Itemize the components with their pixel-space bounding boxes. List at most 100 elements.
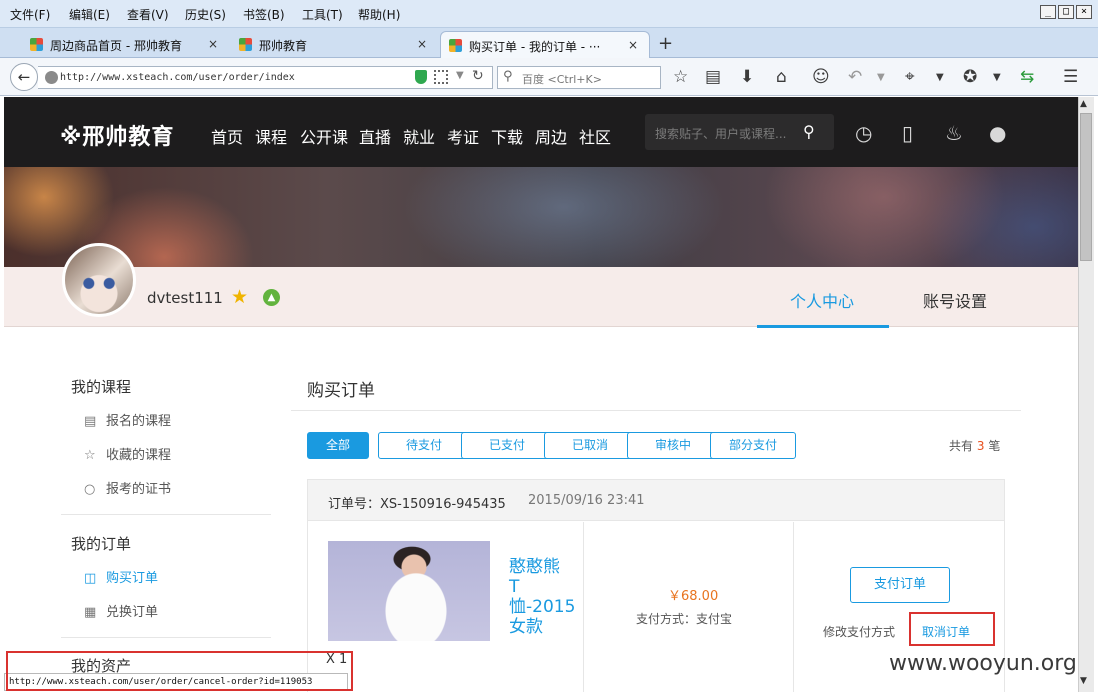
tab-personal-center[interactable]: 个人中心 [790,288,854,312]
product-image[interactable] [328,541,490,641]
nav-jobs[interactable]: 就业 [403,124,435,148]
crop-dropdown-icon[interactable]: ▼ [936,72,944,83]
gift-icon: ▦ [84,605,97,620]
site-favicon-icon [449,39,462,52]
menu-view[interactable]: 查看(V) [127,6,169,23]
history-icon[interactable]: ◷ [855,121,872,145]
filter-paid-button[interactable]: 已支付 [461,432,553,459]
column-divider [583,522,584,692]
tab-account-settings[interactable]: 账号设置 [923,288,987,312]
tab-orders[interactable]: 购买订单 - 我的订单 - ··· × [440,31,650,58]
tab-xsteach[interactable]: 邢帅教育 × [231,31,436,58]
qrcode-icon[interactable] [434,70,448,84]
menu-help[interactable]: 帮助(H) [358,6,400,23]
tab-title: 购买订单 - 我的订单 - ··· [469,40,601,54]
filter-reviewing-button[interactable]: 审核中 [627,432,719,459]
sidebar-heading-orders: 我的订单 [71,535,132,553]
site-favicon-icon [239,38,252,51]
menu-tools[interactable]: 工具(T) [302,6,343,23]
nav-merch[interactable]: 周边 [535,124,567,148]
tab-bar: 周边商品首页 - 邢帅教育 × 邢帅教育 × 购买订单 - 我的订单 - ···… [0,28,1098,58]
sidebar-item-purchase-orders[interactable]: ◫ 购买订单 [84,567,158,586]
watermark: www.wooyun.org [889,651,1077,676]
emoji-icon[interactable]: ☺ [812,67,830,87]
cancel-highlight-box [909,612,995,646]
search-icon[interactable]: ⚲ [803,122,815,141]
extension-dropdown-icon[interactable]: ▼ [993,72,1001,83]
scroll-down-arrow-icon[interactable]: ▼ [1080,676,1087,686]
bookmark-star-icon[interactable]: ☆ [673,67,688,87]
sidebar-item-favorite-courses[interactable]: ☆ 收藏的课程 [84,444,171,463]
payment-method: 支付方式：支付宝 [636,612,733,626]
nav-live[interactable]: 直播 [359,124,391,148]
filter-partial-button[interactable]: 部分支付 [710,432,796,459]
user-icon[interactable]: ● [989,121,1006,145]
home-icon[interactable]: ⌂ [776,67,787,87]
new-tab-button[interactable]: + [658,33,673,54]
sidebar-item-certificates[interactable]: ○ 报考的证书 [84,478,171,497]
reload-icon[interactable]: ↻ [472,68,484,84]
medal-icon: ○ [84,482,96,497]
shield-icon[interactable] [415,70,427,84]
star-badge-icon: ★ [231,286,249,308]
download-icon[interactable]: ⬇ [740,67,754,87]
tab-title: 周边商品首页 - 邢帅教育 [50,39,182,53]
pay-order-button[interactable]: 支付订单 [850,567,950,603]
extension-icon[interactable]: ✪ [963,67,977,87]
site-favicon-icon [30,38,43,51]
menu-edit[interactable]: 编辑(E) [69,6,110,23]
trophy-badge-icon: ▲ [263,289,280,306]
menu-bookmarks[interactable]: 书签(B) [243,6,285,23]
sync-arrows-icon[interactable]: ⇆ [1020,67,1034,87]
browser-search-input[interactable]: 百度 <Ctrl+K> [497,66,661,89]
reading-list-icon[interactable]: ▤ [705,67,721,87]
url-dropdown-icon[interactable]: ▼ [456,70,464,81]
nav-community[interactable]: 社区 [579,124,611,148]
scrollbar-thumb[interactable] [1080,113,1092,261]
username: dvtest111 [147,289,223,307]
site-logo[interactable]: ※邢帅教育 [60,119,174,151]
close-tab-icon[interactable]: × [417,37,427,51]
filter-all-button[interactable]: 全部 [307,432,369,459]
site-header: ※邢帅教育 首页 课程 公开课 直播 就业 考证 下载 周边 社区 搜索贴子、用… [4,97,1078,167]
hamburger-menu-icon[interactable]: ☰ [1063,67,1078,87]
window-controls: _ □ × [1040,5,1092,21]
close-tab-icon[interactable]: × [208,37,218,51]
scroll-up-arrow-icon[interactable]: ▲ [1080,99,1087,109]
back-button[interactable]: ← [10,63,38,91]
order-number: 订单号：XS-150916-945435 [328,497,506,512]
sidebar-item-exchange-orders[interactable]: ▦ 兑换订单 [84,601,158,620]
menu-file[interactable]: 文件(F) [10,6,50,23]
cart-icon: ◫ [84,571,97,586]
crop-icon[interactable]: ⌖ [905,67,915,87]
order-time: 2015/09/16 23:41 [528,493,645,508]
minimize-button[interactable]: _ [1040,5,1056,19]
sidebar-divider [61,637,271,638]
maximize-button[interactable]: □ [1058,5,1074,19]
nav-open-class[interactable]: 公开课 [300,124,348,148]
avatar[interactable] [62,243,136,317]
filter-pending-button[interactable]: 待支付 [378,432,470,459]
product-name-link[interactable]: 憨憨熊T恤-2015女款 [509,557,575,637]
nav-download[interactable]: 下载 [491,124,523,148]
change-payment-link[interactable]: 修改支付方式 [823,623,895,640]
title-divider [291,410,1021,411]
active-tab-underline [757,325,889,328]
undo-icon[interactable]: ↶ [848,67,862,87]
search-icon: ⚲ [503,69,513,84]
tab-title: 邢帅教育 [259,39,308,53]
close-tab-icon[interactable]: × [628,38,638,52]
nav-courses[interactable]: 课程 [255,124,287,148]
undo-dropdown-icon[interactable]: ▼ [877,72,885,83]
sidebar-item-enrolled-courses[interactable]: ▤ 报名的课程 [84,410,171,429]
nav-home[interactable]: 首页 [211,124,243,148]
menu-history[interactable]: 历史(S) [185,6,226,23]
site-info-icon[interactable] [45,71,58,84]
nav-exam[interactable]: 考证 [447,124,479,148]
filter-cancelled-button[interactable]: 已取消 [544,432,636,459]
column-divider [793,522,794,692]
bell-icon[interactable]: ♨ [945,121,963,145]
close-window-button[interactable]: × [1076,5,1092,19]
tab-shop-home[interactable]: 周边商品首页 - 邢帅教育 × [22,31,227,58]
mobile-icon[interactable]: ▯ [902,121,913,145]
